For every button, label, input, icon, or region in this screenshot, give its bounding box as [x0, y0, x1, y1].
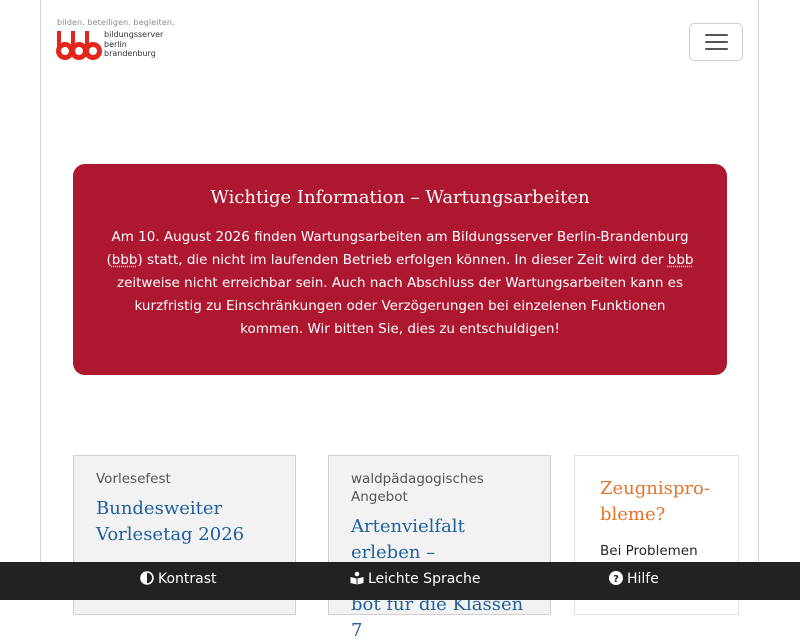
card-text: Bei Problemen: [600, 543, 698, 559]
easy-language-label: Leichte Sprache: [368, 571, 481, 587]
bbb-abbreviation: bbb: [111, 252, 138, 268]
logo-line: berlin: [104, 39, 127, 49]
site-logo[interactable]: bilden. beteiligen. begleiten. bildungss…: [56, 18, 175, 64]
card-title-link[interactable]: Zeugnispro­bleme?: [600, 476, 713, 528]
logo-line: brandenburg: [104, 49, 156, 58]
notice-text-part: zeitweise nicht erreichbar sein. Auch na…: [116, 275, 684, 337]
notice-text: Am 10. August 2026 finden Wartungsarbeit…: [101, 226, 699, 341]
maintenance-notice: Wichtige Information – Wartungsarbeiten …: [73, 164, 727, 375]
menu-toggle-button[interactable]: [689, 23, 743, 61]
contrast-icon: [140, 571, 154, 585]
bbb-logo-mark: [56, 31, 102, 60]
svg-text:?: ?: [613, 574, 619, 585]
logo-line: bildungsserver: [104, 30, 164, 39]
card-kicker: waldpädagogisches Angebot: [351, 471, 484, 505]
notice-title: Wichtige Information – Wartungsarbeiten: [210, 187, 590, 208]
card-kicker: Vorlesefest: [96, 471, 171, 487]
notice-text-part: ) statt, die nicht im laufenden Betrieb …: [137, 252, 668, 268]
card-title-link[interactable]: Bundesweiter Vorle­setag 2026: [96, 496, 273, 548]
contrast-label: Kontrast: [158, 571, 217, 587]
help-icon: ?: [609, 571, 623, 585]
help-button[interactable]: ? Hilfe: [609, 562, 659, 600]
easy-language-button[interactable]: Leichte Sprache: [350, 562, 480, 600]
bbb-abbreviation: bbb: [667, 252, 694, 268]
contrast-button[interactable]: Kontrast: [140, 562, 217, 600]
help-label: Hilfe: [627, 571, 659, 587]
logo-tagline: bilden. beteiligen. begleiten.: [57, 18, 175, 27]
reading-icon: [350, 571, 364, 585]
logo-wordmark: bildungsserver berlin brandenburg: [104, 30, 163, 59]
accessibility-bar: Kontrast Leichte Sprache ? Hilfe: [0, 562, 800, 600]
